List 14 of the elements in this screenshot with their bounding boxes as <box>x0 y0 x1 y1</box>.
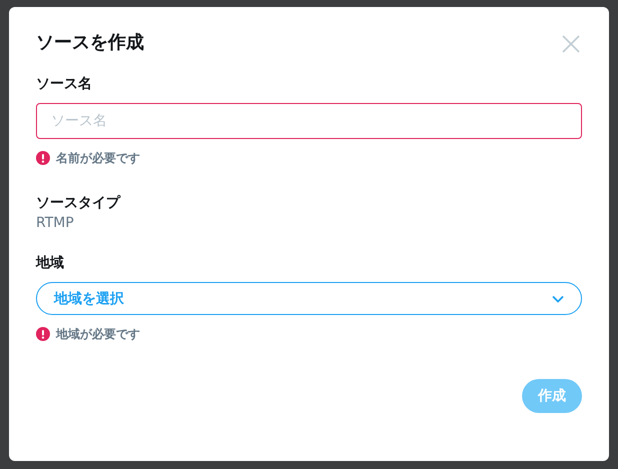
field-label: 地域 <box>36 254 65 273</box>
chevron-icon <box>552 294 564 302</box>
error-message: 地域が必要です <box>56 326 140 342</box>
dialog-title: ソースを作成 <box>36 31 144 54</box>
region-dropdown[interactable]: 地域を選択 <box>36 282 582 315</box>
close-icon <box>561 34 581 54</box>
error-message: 名前が必要です <box>56 150 140 166</box>
error-icon <box>36 151 50 165</box>
field-label: ソースタイプ <box>36 194 122 213</box>
close-button[interactable] <box>561 34 581 54</box>
error-icon <box>36 327 50 341</box>
field-value: RTMP <box>36 214 75 233</box>
input-field[interactable]: ソース名 <box>36 103 582 139</box>
field-label: ソース名 <box>36 75 93 94</box>
